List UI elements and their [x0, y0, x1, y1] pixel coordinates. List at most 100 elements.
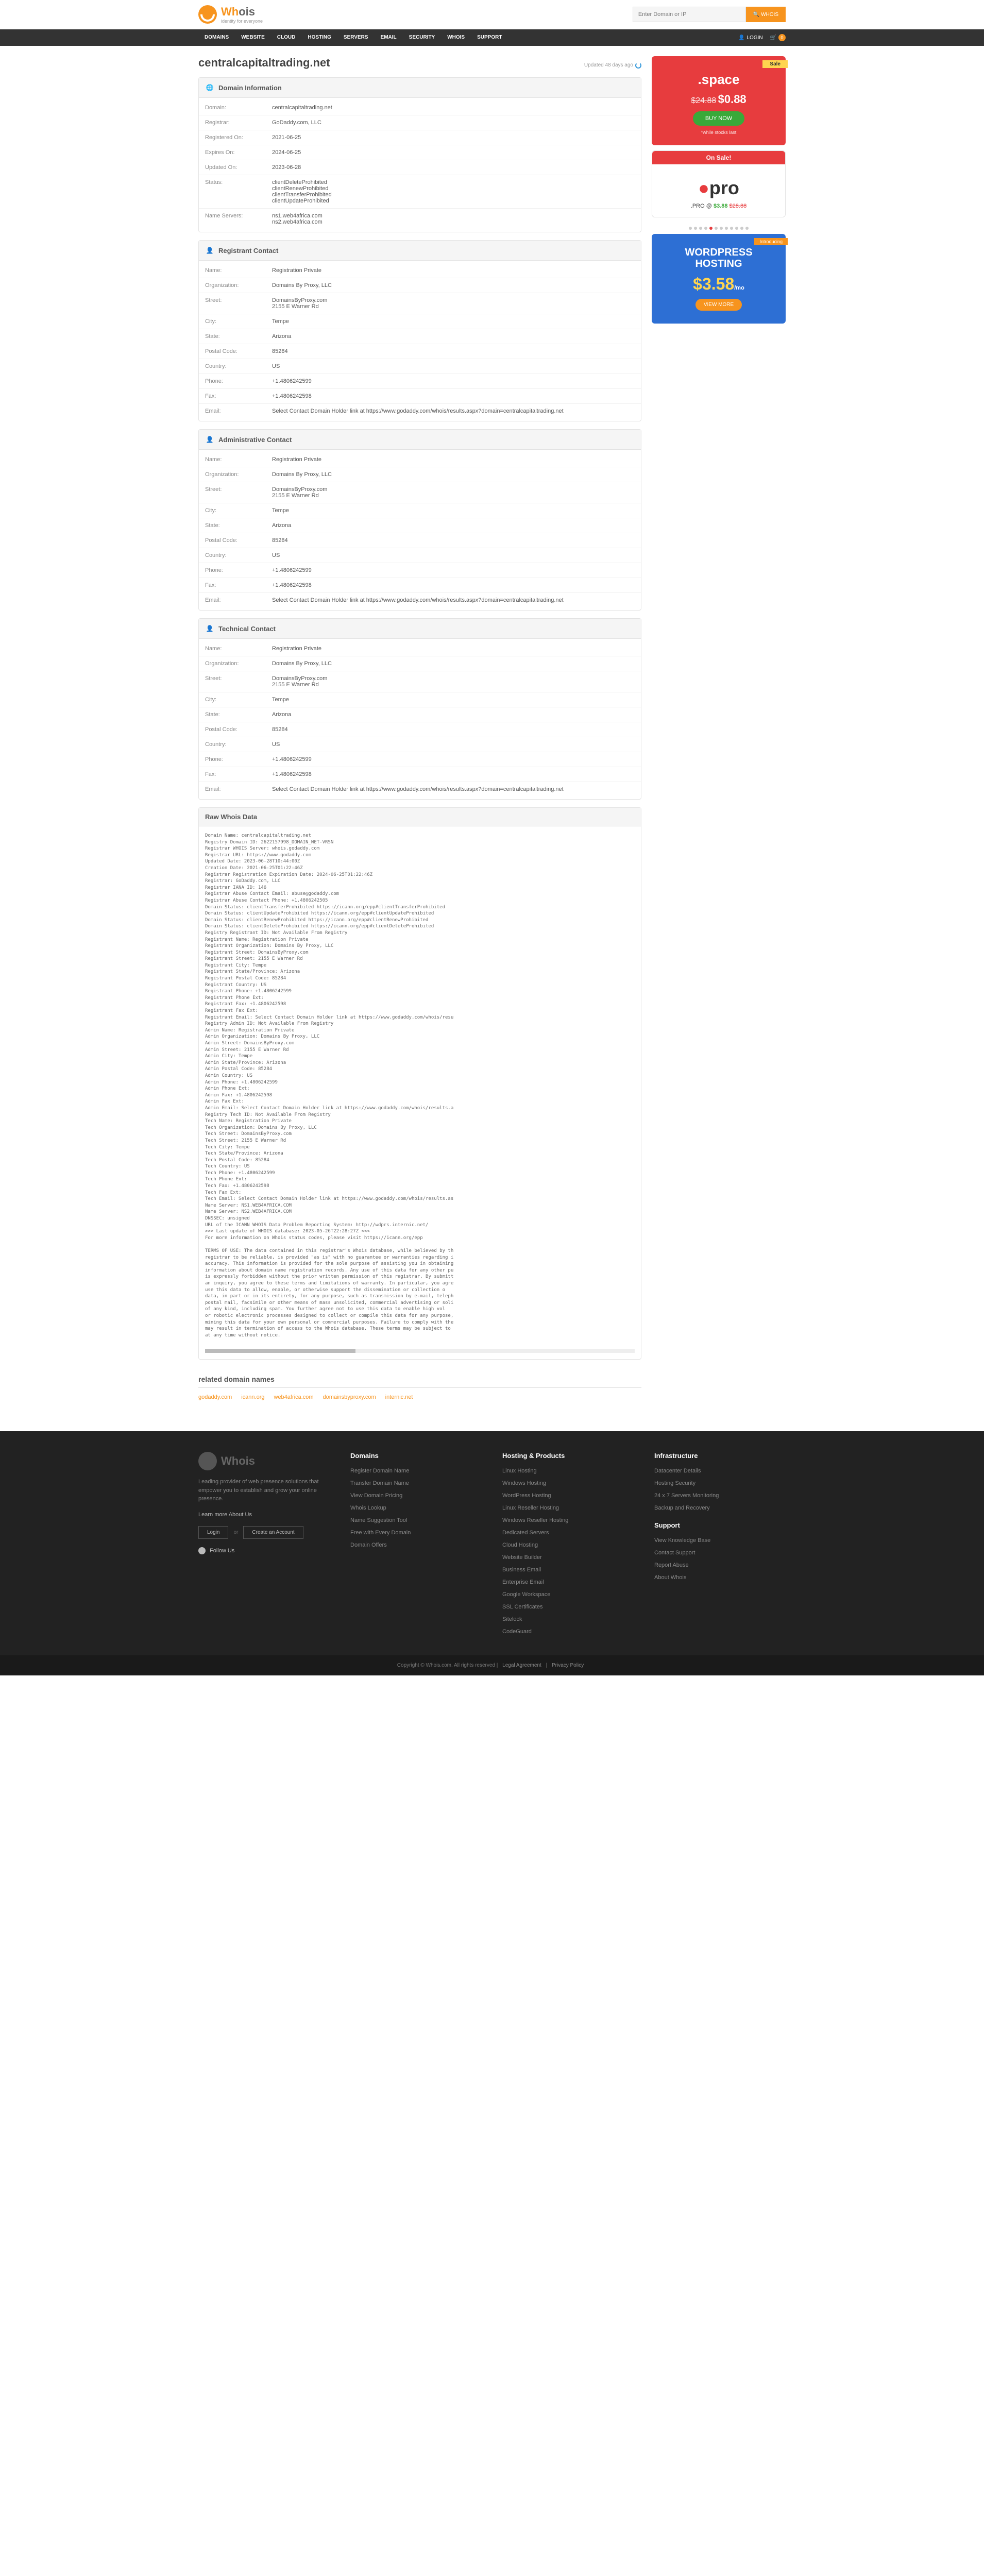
footer-link[interactable]: Enterprise Email	[502, 1579, 544, 1585]
field-label: Status:	[205, 179, 272, 204]
nav-email[interactable]: EMAIL	[375, 29, 403, 46]
about-link[interactable]: Learn more About Us	[198, 1512, 252, 1518]
footer-link[interactable]: View Domain Pricing	[350, 1493, 402, 1499]
footer-link[interactable]: Windows Reseller Hosting	[502, 1517, 568, 1523]
footer-link[interactable]: Sitelock	[502, 1616, 522, 1622]
footer-link[interactable]: Report Abuse	[654, 1562, 689, 1568]
related-section: related domain names godaddy.comicann.or…	[198, 1375, 641, 1400]
related-link[interactable]: godaddy.com	[198, 1394, 232, 1400]
footer-link[interactable]: Cloud Hosting	[502, 1542, 538, 1548]
onsale-label: On Sale!	[652, 151, 785, 164]
login-link[interactable]: 👤 LOGIN	[738, 35, 763, 41]
related-link[interactable]: web4africa.com	[274, 1394, 314, 1400]
field-value: US	[272, 363, 635, 369]
search-input[interactable]	[633, 7, 746, 22]
privacy-link[interactable]: Privacy Policy	[552, 1663, 584, 1668]
field-value: 2024-06-25	[272, 149, 635, 156]
refresh-icon[interactable]	[635, 62, 641, 69]
footer-link[interactable]: Contact Support	[654, 1550, 695, 1556]
footer-link[interactable]: Backup and Recovery	[654, 1505, 710, 1511]
whois-button[interactable]: 🔍 WHOIS	[746, 7, 786, 22]
space-promo[interactable]: Sale .space $24.88 $0.88 BUY NOW *while …	[652, 56, 786, 145]
carousel-dots[interactable]	[652, 223, 786, 234]
footer-link[interactable]: Datacenter Details	[654, 1468, 701, 1474]
nav-cloud[interactable]: CLOUD	[271, 29, 302, 46]
nav-support[interactable]: SUPPORT	[471, 29, 508, 46]
field-label: Registered On:	[205, 134, 272, 141]
footer-link[interactable]: Whois Lookup	[350, 1505, 386, 1511]
field-value: DomainsByProxy.com2155 E Warner Rd	[272, 486, 635, 499]
field-value: +1.4806242599	[272, 378, 635, 384]
field-row: Postal Code:85284	[199, 722, 641, 737]
field-label: Street:	[205, 297, 272, 310]
footer-link[interactable]: Google Workspace	[502, 1591, 550, 1598]
view-more-button[interactable]: VIEW MORE	[695, 299, 742, 311]
nav-domains[interactable]: DOMAINS	[198, 29, 235, 46]
field-row: Phone:+1.4806242599	[199, 563, 641, 578]
field-value: Arizona	[272, 711, 635, 718]
nav-website[interactable]: WEBSITE	[235, 29, 271, 46]
field-row: Fax:+1.4806242598	[199, 578, 641, 593]
nav-whois[interactable]: WHOIS	[441, 29, 471, 46]
footer-link[interactable]: WordPress Hosting	[502, 1493, 551, 1499]
field-label: City:	[205, 318, 272, 325]
logo[interactable]: Whois identity for everyone	[198, 5, 263, 24]
footer-link[interactable]: Name Suggestion Tool	[350, 1517, 407, 1523]
promo-disclaimer: *while stocks last	[662, 130, 775, 135]
footer-link[interactable]: Domain Offers	[350, 1542, 387, 1548]
buy-now-button[interactable]: BUY NOW	[693, 111, 744, 126]
field-label: Expires On:	[205, 149, 272, 156]
nav-hosting[interactable]: HOSTING	[301, 29, 337, 46]
field-label: Name:	[205, 646, 272, 652]
field-label: Registrar:	[205, 120, 272, 126]
footer-link[interactable]: Hosting Security	[654, 1480, 695, 1486]
field-label: Postal Code:	[205, 537, 272, 544]
field-row: City:Tempe	[199, 503, 641, 518]
footer-link[interactable]: View Knowledge Base	[654, 1537, 710, 1544]
footer-link[interactable]: About Whois	[654, 1574, 686, 1581]
footer-link[interactable]: Free with Every Domain	[350, 1530, 411, 1536]
panel-title: Domain Information	[218, 84, 282, 92]
field-row: Street:DomainsByProxy.com2155 E Warner R…	[199, 482, 641, 503]
field-value: centralcapitaltrading.net	[272, 105, 635, 111]
footer-link[interactable]: 24 x 7 Servers Monitoring	[654, 1493, 719, 1499]
nav-bar: DOMAINSWEBSITECLOUDHOSTINGSERVERSEMAILSE…	[0, 29, 984, 46]
footer-link[interactable]: CodeGuard	[502, 1629, 532, 1635]
footer-link[interactable]: Windows Hosting	[502, 1480, 546, 1486]
footer-link[interactable]: Business Email	[502, 1567, 541, 1573]
field-value: Arizona	[272, 522, 635, 529]
footer-login-button[interactable]: Login	[198, 1526, 228, 1539]
field-label: Name:	[205, 267, 272, 274]
field-row: Name:Registration Private	[199, 263, 641, 278]
field-row: State:Arizona	[199, 518, 641, 533]
field-value: Domains By Proxy, LLC	[272, 282, 635, 289]
footer-link[interactable]: Dedicated Servers	[502, 1530, 549, 1536]
follow-us[interactable]: Follow Us	[198, 1547, 330, 1554]
field-row: Country:US	[199, 359, 641, 374]
create-account-button[interactable]: Create an Account	[243, 1526, 303, 1539]
field-label: Postal Code:	[205, 726, 272, 733]
footer-link[interactable]: Linux Reseller Hosting	[502, 1505, 559, 1511]
field-label: Name:	[205, 456, 272, 463]
footer-link[interactable]: SSL Certificates	[502, 1604, 542, 1610]
field-row: Country:US	[199, 737, 641, 752]
related-link[interactable]: internic.net	[385, 1394, 413, 1400]
footer-link[interactable]: Linux Hosting	[502, 1468, 537, 1474]
footer-link[interactable]: Transfer Domain Name	[350, 1480, 409, 1486]
admin-panel: 👤Administrative Contact Name:Registratio…	[198, 429, 641, 611]
field-value: Registration Private	[272, 646, 635, 652]
wordpress-promo[interactable]: Introducing WORDPRESSHOSTING $3.58/mo VI…	[652, 234, 786, 324]
nav-security[interactable]: SECURITY	[403, 29, 442, 46]
legal-link[interactable]: Legal Agreement	[502, 1663, 541, 1668]
footer-link[interactable]: Register Domain Name	[350, 1468, 409, 1474]
nav-servers[interactable]: SERVERS	[337, 29, 375, 46]
footer-heading: Domains	[350, 1452, 482, 1460]
footer-link[interactable]: Website Builder	[502, 1554, 542, 1561]
horizontal-scrollbar[interactable]	[205, 1349, 635, 1353]
pro-promo[interactable]: On Sale! ●pro .PRO @ $3.88 $28.88	[652, 150, 786, 217]
cart-link[interactable]: 🛒0	[770, 34, 786, 41]
sidebar: Sale .space $24.88 $0.88 BUY NOW *while …	[652, 56, 786, 1400]
related-link[interactable]: icann.org	[241, 1394, 264, 1400]
field-value: DomainsByProxy.com2155 E Warner Rd	[272, 675, 635, 688]
related-link[interactable]: domainsbyproxy.com	[323, 1394, 376, 1400]
